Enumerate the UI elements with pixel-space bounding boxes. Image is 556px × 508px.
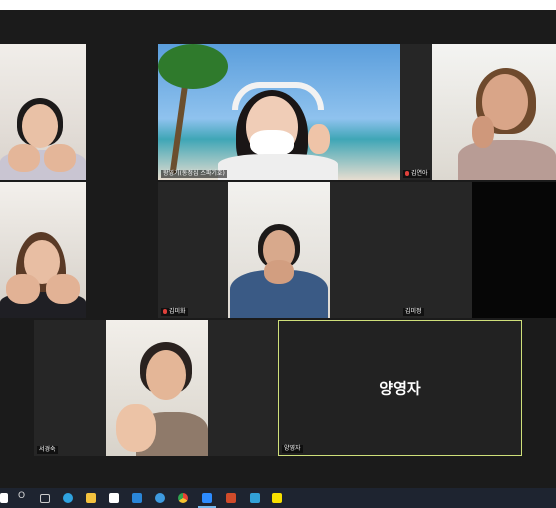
participant-video-1 (0, 44, 86, 180)
mail-icon[interactable] (132, 493, 142, 503)
muted-mic-icon (163, 309, 167, 314)
participant-name-7: 서경숙 (37, 446, 58, 454)
ie-icon[interactable] (155, 493, 165, 503)
participant-video-5 (228, 182, 330, 318)
edge-icon[interactable] (63, 493, 73, 503)
participant-name-5: 김미화 (161, 308, 188, 316)
participant-video-7 (106, 320, 208, 456)
windows-taskbar: O (0, 488, 556, 508)
participant-name-6: 김미정 (403, 308, 424, 316)
participant-video-3 (432, 44, 556, 180)
participant-name-3: 김연아 (403, 170, 430, 178)
start-icon[interactable] (0, 493, 8, 503)
task-view-icon[interactable] (40, 494, 50, 503)
muted-mic-icon (405, 171, 409, 176)
active-speaker-name: 양영자 (379, 379, 421, 398)
active-speaker-tile[interactable]: 양영자 양영자 (278, 320, 522, 456)
store-icon[interactable] (109, 493, 119, 503)
participant-video-6 (472, 182, 556, 318)
participant-tile-6[interactable]: 김미정 (400, 182, 556, 318)
participant-tile-1[interactable] (0, 44, 86, 180)
participant-tile-7[interactable]: 서경숙 (34, 320, 278, 456)
participant-video-4 (0, 182, 86, 318)
powerpoint-icon[interactable] (226, 493, 236, 503)
chat-icon[interactable] (250, 493, 260, 503)
participant-tile-2[interactable]: 왕영기(동정심 스파기호) (158, 44, 400, 180)
participant-tile-5[interactable]: 김미화 (158, 182, 400, 318)
chrome-icon[interactable] (178, 493, 188, 503)
kakao-icon[interactable] (272, 493, 282, 503)
participant-video-2 (158, 44, 400, 180)
search-icon[interactable]: O (18, 491, 25, 501)
participant-name-8: 양영자 (282, 445, 303, 453)
zoom-icon[interactable] (202, 493, 212, 503)
participant-tile-3[interactable]: 김연아 (400, 44, 556, 180)
file-explorer-icon[interactable] (86, 493, 96, 503)
participant-tile-4[interactable] (0, 182, 86, 318)
video-gallery: 왕영기(동정심 스파기호) 김연아 김미화 김미정 서경숙 양영자 양영자 (0, 10, 556, 488)
participant-name-2: 왕영기(동정심 스파기호) (161, 170, 227, 178)
window-top-edge (0, 0, 556, 10)
